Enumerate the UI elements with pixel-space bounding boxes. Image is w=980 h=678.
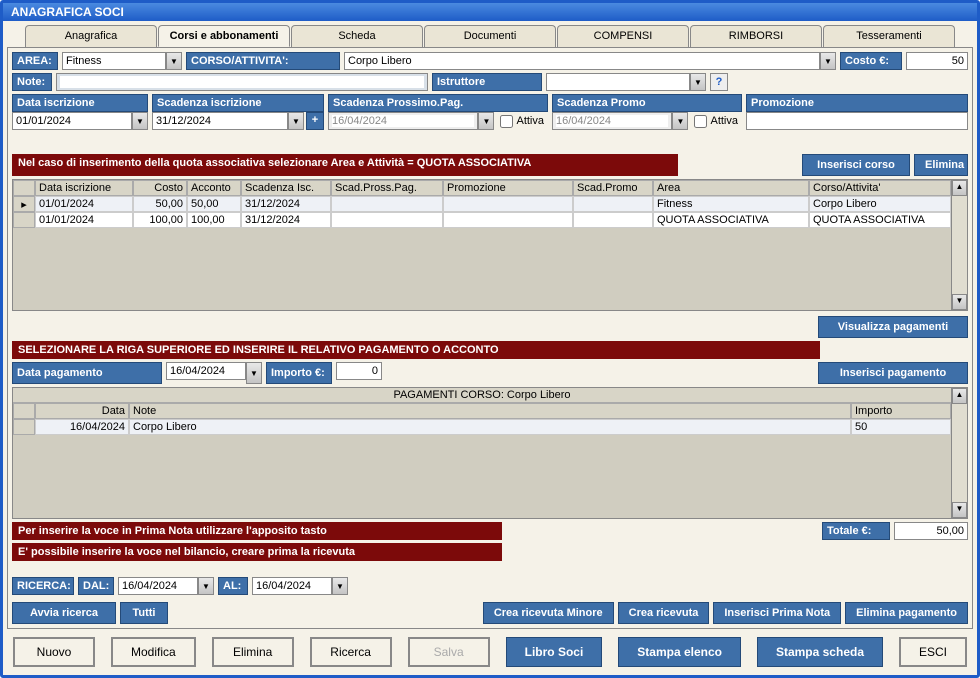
chevron-down-icon[interactable]: ▼ [690, 73, 706, 91]
chevron-down-icon[interactable]: ▼ [478, 112, 494, 130]
attiva1-checkbox[interactable]: Attiva [496, 112, 548, 130]
visualizza-pagamenti-button[interactable]: Visualizza pagamenti [818, 316, 968, 338]
scadenza-promo-label: Scadenza Promo [552, 94, 742, 112]
area-select[interactable] [62, 52, 166, 70]
chevron-down-icon[interactable]: ▼ [672, 112, 688, 130]
totale-label: Totale €: [822, 522, 890, 540]
table-row[interactable]: ▸ 01/01/2024 50,00 50,00 31/12/2024 Fitn… [13, 196, 967, 212]
corso-select[interactable] [344, 52, 820, 70]
scroll-down-icon[interactable]: ▼ [952, 502, 967, 518]
scroll-up-icon[interactable]: ▲ [952, 180, 967, 196]
banner-prima-nota: Per inserire la voce in Prima Nota utili… [12, 522, 502, 540]
avvia-ricerca-button[interactable]: Avvia ricerca [12, 602, 116, 624]
col-importo[interactable]: Importo [851, 403, 951, 419]
tab-scheda[interactable]: Scheda [291, 25, 423, 47]
corsi-grid[interactable]: Data iscrizione Costo Acconto Scadenza I… [12, 179, 968, 311]
elimina-pagamento-button[interactable]: Elimina pagamento [845, 602, 968, 624]
inserisci-prima-nota-button[interactable]: Inserisci Prima Nota [713, 602, 841, 624]
modifica-button[interactable]: Modifica [111, 637, 196, 667]
ricerca-label: RICERCA: [12, 577, 74, 595]
istruttore-select[interactable] [546, 73, 690, 91]
elimina-corso-button[interactable]: Elimina [914, 154, 968, 176]
al-label: AL: [218, 577, 248, 595]
tab-rimborsi[interactable]: RIMBORSI [690, 25, 822, 47]
promozione-input[interactable] [746, 112, 968, 130]
stampa-elenco-button[interactable]: Stampa elenco [618, 637, 741, 667]
banner-seleziona-riga: SELEZIONARE LA RIGA SUPERIORE ED INSERIR… [12, 341, 820, 359]
elimina-button[interactable]: Elimina [212, 637, 294, 667]
chevron-down-icon[interactable]: ▼ [246, 362, 262, 384]
col-data-iscrizione[interactable]: Data iscrizione [35, 180, 133, 196]
col-acconto[interactable]: Acconto [187, 180, 241, 196]
ricerca-button[interactable]: Ricerca [310, 637, 392, 667]
data-pagamento-label: Data pagamento [12, 362, 162, 384]
data-iscrizione-label: Data iscrizione [12, 94, 148, 112]
data-pagamento-input[interactable] [166, 362, 246, 380]
col-promozione[interactable]: Promozione [443, 180, 573, 196]
importo-input[interactable] [336, 362, 382, 380]
tab-corsi[interactable]: Corsi e abbonamenti [158, 25, 290, 47]
scadenza-iscrizione-input[interactable] [152, 112, 288, 130]
tab-bar: Anagrafica Corsi e abbonamenti Scheda Do… [7, 25, 973, 47]
plus-button[interactable]: + [306, 112, 324, 130]
salva-button: Salva [408, 637, 490, 667]
col-corso-attivita[interactable]: Corso/Attivita' [809, 180, 951, 196]
scadenza-iscrizione-label: Scadenza iscrizione [152, 94, 324, 112]
col-costo[interactable]: Costo [133, 180, 187, 196]
grid2-title: PAGAMENTI CORSO: Corpo Libero [13, 388, 951, 403]
area-label: AREA: [12, 52, 58, 70]
stampa-scheda-button[interactable]: Stampa scheda [757, 637, 883, 667]
scadenza-prossimo-pag-label: Scadenza Prossimo.Pag. [328, 94, 548, 112]
chevron-down-icon[interactable]: ▼ [820, 52, 836, 70]
chevron-down-icon[interactable]: ▼ [288, 112, 304, 130]
importo-label: Importo €: [266, 362, 332, 384]
banner-bilancio: E' possibile inserire la voce nel bilanc… [12, 543, 502, 561]
pagamenti-grid[interactable]: PAGAMENTI CORSO: Corpo Libero Data Note … [12, 387, 968, 519]
chevron-down-icon[interactable]: ▼ [332, 577, 348, 595]
chevron-down-icon[interactable]: ▼ [132, 112, 148, 130]
tab-documenti[interactable]: Documenti [424, 25, 556, 47]
inserisci-pagamento-button[interactable]: Inserisci pagamento [818, 362, 968, 384]
note-label: Note: [12, 73, 52, 91]
costo-input[interactable] [906, 52, 968, 70]
totale-value: 50,00 [894, 522, 968, 540]
scadenza-promo-input[interactable] [552, 112, 672, 130]
col-area[interactable]: Area [653, 180, 809, 196]
tutti-button[interactable]: Tutti [120, 602, 168, 624]
col-scad-pross-pag[interactable]: Scad.Pross.Pag. [331, 180, 443, 196]
dal-input[interactable] [118, 577, 198, 595]
tab-tesseramenti[interactable]: Tesseramenti [823, 25, 955, 47]
libro-soci-button[interactable]: Libro Soci [506, 637, 603, 667]
scadenza-pross-pag-input[interactable] [328, 112, 478, 130]
col-note[interactable]: Note [129, 403, 851, 419]
corso-label: CORSO/ATTIVITA': [186, 52, 340, 70]
inserisci-corso-button[interactable]: Inserisci corso [802, 154, 910, 176]
window-title: ANAGRAFICA SOCI [3, 3, 977, 21]
col-data[interactable]: Data [35, 403, 129, 419]
esci-button[interactable]: ESCI [899, 637, 967, 667]
scroll-down-icon[interactable]: ▼ [952, 294, 967, 310]
banner-quota: Nel caso di inserimento della quota asso… [12, 154, 678, 176]
istruttore-label: Istruttore [432, 73, 542, 91]
help-icon[interactable]: ? [710, 73, 728, 91]
table-row[interactable]: 01/01/2024 100,00 100,00 31/12/2024 QUOT… [13, 212, 967, 228]
promozione-label: Promozione [746, 94, 968, 112]
col-scad-promo[interactable]: Scad.Promo [573, 180, 653, 196]
chevron-down-icon[interactable]: ▼ [198, 577, 214, 595]
tab-anagrafica[interactable]: Anagrafica [25, 25, 157, 47]
crea-ricevuta-button[interactable]: Crea ricevuta [618, 602, 710, 624]
chevron-down-icon[interactable]: ▼ [166, 52, 182, 70]
col-scadenza-isc[interactable]: Scadenza Isc. [241, 180, 331, 196]
data-iscrizione-input[interactable] [12, 112, 132, 130]
table-row[interactable]: 16/04/2024 Corpo Libero 50 [13, 419, 967, 435]
tab-compensi[interactable]: COMPENSI [557, 25, 689, 47]
nuovo-button[interactable]: Nuovo [13, 637, 95, 667]
costo-label: Costo €: [840, 52, 902, 70]
note-input[interactable] [56, 73, 428, 91]
attiva2-checkbox[interactable]: Attiva [690, 112, 742, 130]
crea-ricevuta-minore-button[interactable]: Crea ricevuta Minore [483, 602, 614, 624]
scroll-up-icon[interactable]: ▲ [952, 388, 967, 404]
dal-label: DAL: [78, 577, 114, 595]
al-input[interactable] [252, 577, 332, 595]
